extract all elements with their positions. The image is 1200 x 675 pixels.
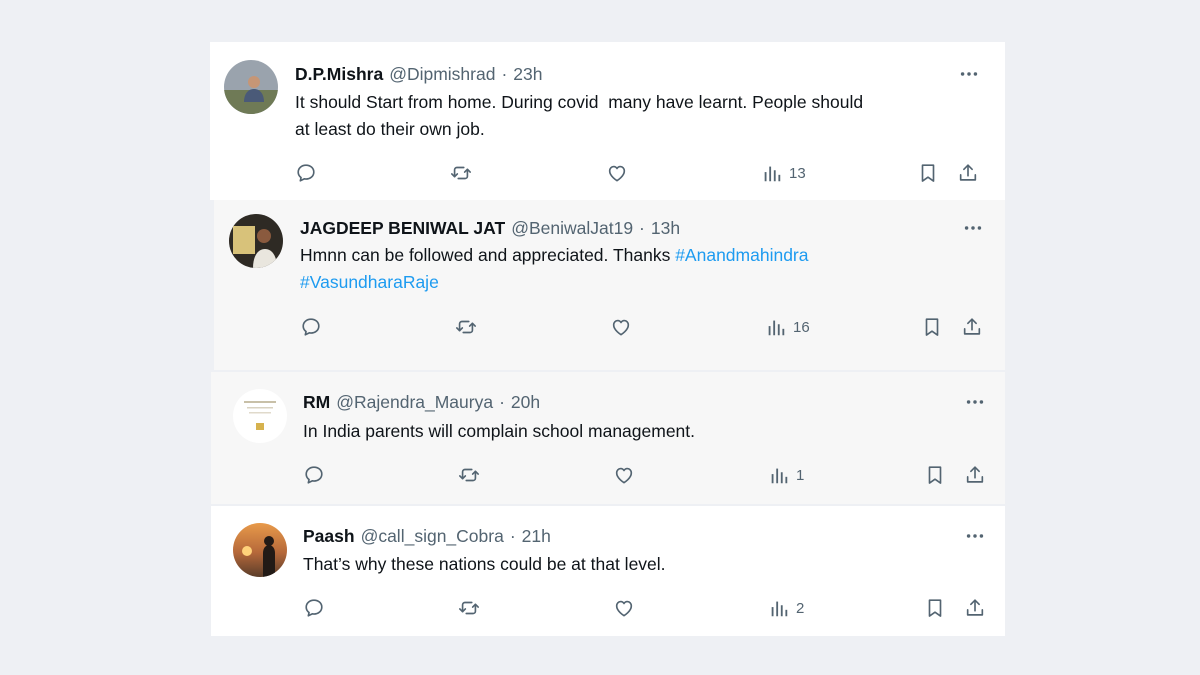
tweet-text-line2: #VasundharaRaje <box>300 269 439 296</box>
hashtag-link[interactable]: #Anandmahindra <box>675 245 808 265</box>
tweet-text: Hmnn can be followed and appreciated. Th… <box>300 242 809 269</box>
tweet-text: That’s why these nations could be at tha… <box>303 554 666 574</box>
tweet-actions: 16 <box>214 314 1005 340</box>
timestamp[interactable]: 21h <box>522 526 551 547</box>
avatar[interactable] <box>224 60 278 114</box>
separator: · <box>509 525 516 546</box>
user-handle[interactable]: @Rajendra_Maurya <box>336 392 493 413</box>
views-count: 16 <box>793 318 810 336</box>
views-count: 13 <box>789 164 806 182</box>
reply-icon[interactable] <box>295 160 317 186</box>
tweet-text-body: Hmnn can be followed and appreciated. Th… <box>300 245 676 265</box>
bookmark-icon[interactable] <box>917 160 939 186</box>
reply-icon[interactable] <box>303 462 325 488</box>
user-name[interactable]: RM <box>303 392 330 413</box>
bookmark-icon[interactable] <box>921 314 943 340</box>
separator: · <box>639 217 645 238</box>
user-handle[interactable]: @call_sign_Cobra <box>361 526 504 547</box>
tweet-card[interactable]: RM @Rajendra_Maurya · 20h In India paren… <box>211 372 1005 504</box>
views-count: 2 <box>796 599 805 617</box>
separator: · <box>499 391 505 412</box>
reply-icon[interactable] <box>300 314 322 340</box>
avatar[interactable] <box>229 214 283 268</box>
share-icon[interactable] <box>964 595 986 621</box>
avatar[interactable] <box>233 389 287 443</box>
share-icon[interactable] <box>961 314 983 340</box>
views-button[interactable]: 2 <box>768 595 804 621</box>
more-icon[interactable] <box>960 391 990 413</box>
timestamp[interactable]: 13h <box>651 218 680 239</box>
retweet-icon[interactable] <box>458 462 480 488</box>
views-button[interactable]: 1 <box>768 462 804 488</box>
tweet-card[interactable]: D.P.Mishra @Dipmishrad · 23h It should S… <box>210 42 1005 200</box>
retweet-icon[interactable] <box>450 160 472 186</box>
bookmark-icon[interactable] <box>924 595 946 621</box>
reply-icon[interactable] <box>303 595 325 621</box>
tweet-card[interactable]: JAGDEEP BENIWAL JAT @BeniwalJat19 · 13h … <box>214 200 1005 370</box>
tweet-actions: 13 <box>210 160 1005 186</box>
user-handle[interactable]: @Dipmishrad <box>389 64 495 85</box>
views-icon <box>768 464 790 486</box>
like-icon[interactable] <box>606 160 628 186</box>
bookmark-icon[interactable] <box>924 462 946 488</box>
views-button[interactable]: 16 <box>765 314 810 340</box>
user-name[interactable]: JAGDEEP BENIWAL JAT <box>300 218 505 239</box>
retweet-icon[interactable] <box>458 595 480 621</box>
views-icon <box>761 162 783 184</box>
views-count: 1 <box>796 466 805 484</box>
timestamp[interactable]: 23h <box>513 64 542 85</box>
like-icon[interactable] <box>613 462 635 488</box>
tweet-actions: 1 <box>211 462 1005 488</box>
views-icon <box>765 316 787 338</box>
tweet-text-line2: at least do their own job. <box>295 119 485 139</box>
more-icon[interactable] <box>954 63 984 85</box>
timestamp[interactable]: 20h <box>511 392 540 413</box>
views-button[interactable]: 13 <box>761 160 806 186</box>
share-icon[interactable] <box>957 160 979 186</box>
share-icon[interactable] <box>964 462 986 488</box>
tweet-text: It should Start from home. During covid … <box>295 92 864 112</box>
user-handle[interactable]: @BeniwalJat19 <box>511 218 633 239</box>
hashtag-link[interactable]: #VasundharaRaje <box>300 272 439 292</box>
tweet-actions: 2 <box>211 595 1005 621</box>
more-icon[interactable] <box>960 525 990 547</box>
tweet-text: In India parents will complain school ma… <box>303 421 696 441</box>
more-icon[interactable] <box>958 217 988 239</box>
views-icon <box>768 597 790 619</box>
retweet-icon[interactable] <box>455 314 477 340</box>
user-name[interactable]: D.P.Mishra <box>295 64 383 85</box>
user-name[interactable]: Paash <box>303 526 355 547</box>
avatar[interactable] <box>233 523 287 577</box>
like-icon[interactable] <box>613 595 635 621</box>
separator: · <box>501 63 508 84</box>
like-icon[interactable] <box>610 314 632 340</box>
tweet-card[interactable]: Paash @call_sign_Cobra · 21h That’s why … <box>211 506 1005 636</box>
